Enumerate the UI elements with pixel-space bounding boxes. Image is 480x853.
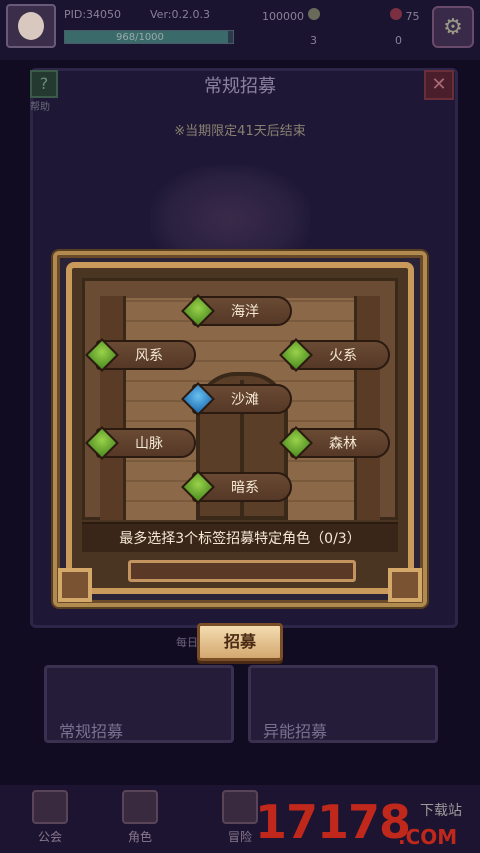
pillar-left <box>100 296 126 520</box>
special-recruit-card[interactable]: 异能招募 <box>248 665 438 743</box>
limited-notice: ※当期限定41天后结束 <box>174 124 306 139</box>
watermark-download: 下载站 <box>420 803 462 819</box>
version-label: Ver:0.2.0.3 <box>150 8 210 21</box>
normal-recruit-card[interactable]: 常规招募 <box>44 665 234 743</box>
selected-tags-slot <box>128 560 356 582</box>
selection-info: 最多选择3个标签招募特定角色（0/3） <box>82 522 398 552</box>
gem-count: 75 <box>390 8 420 23</box>
exp-text: 968/1000 <box>116 32 164 43</box>
tag-forest[interactable]: 森林 <box>279 426 390 460</box>
tag-fire[interactable]: 火系 <box>279 338 390 372</box>
close-icon[interactable]: ✕ <box>424 70 454 100</box>
tag-beach[interactable]: 沙滩 <box>181 382 292 416</box>
help-icon[interactable]: ? <box>30 70 58 98</box>
player-avatar[interactable] <box>6 4 56 48</box>
ruby-icon <box>390 8 402 20</box>
pillar-right <box>354 296 380 520</box>
panel-title: 常规招募 <box>204 76 276 97</box>
character-icon <box>122 790 158 824</box>
watermark-domain: .COM <box>398 825 458 849</box>
adventure-icon <box>222 790 258 824</box>
ticket-count: 3 <box>310 34 317 47</box>
gold-count: 100000 <box>262 8 320 23</box>
special-recruit-label: 异能招募 <box>263 722 328 741</box>
watermark-number: 17178 <box>255 795 411 849</box>
player-id: PID:34050 <box>64 8 122 21</box>
tag-dark[interactable]: 暗系 <box>181 470 292 504</box>
guild-icon <box>32 790 68 824</box>
key-count: 0 <box>395 34 402 47</box>
recruit-button[interactable]: 招募 <box>197 623 283 661</box>
normal-recruit-label: 常规招募 <box>59 722 124 741</box>
gold-icon <box>307 8 320 20</box>
frame-corner <box>388 568 422 602</box>
frame-corner <box>58 568 92 602</box>
nav-character[interactable]: 角色 <box>110 790 170 850</box>
help-label: 帮助 <box>30 102 50 113</box>
nav-guild[interactable]: 公会 <box>20 790 80 850</box>
settings-gear-icon[interactable]: ⚙ <box>432 6 474 48</box>
tag-ocean[interactable]: 海洋 <box>181 294 292 328</box>
tag-wind[interactable]: 风系 <box>85 338 196 372</box>
tag-mountain[interactable]: 山脉 <box>85 426 196 460</box>
character-silhouette <box>150 165 310 255</box>
